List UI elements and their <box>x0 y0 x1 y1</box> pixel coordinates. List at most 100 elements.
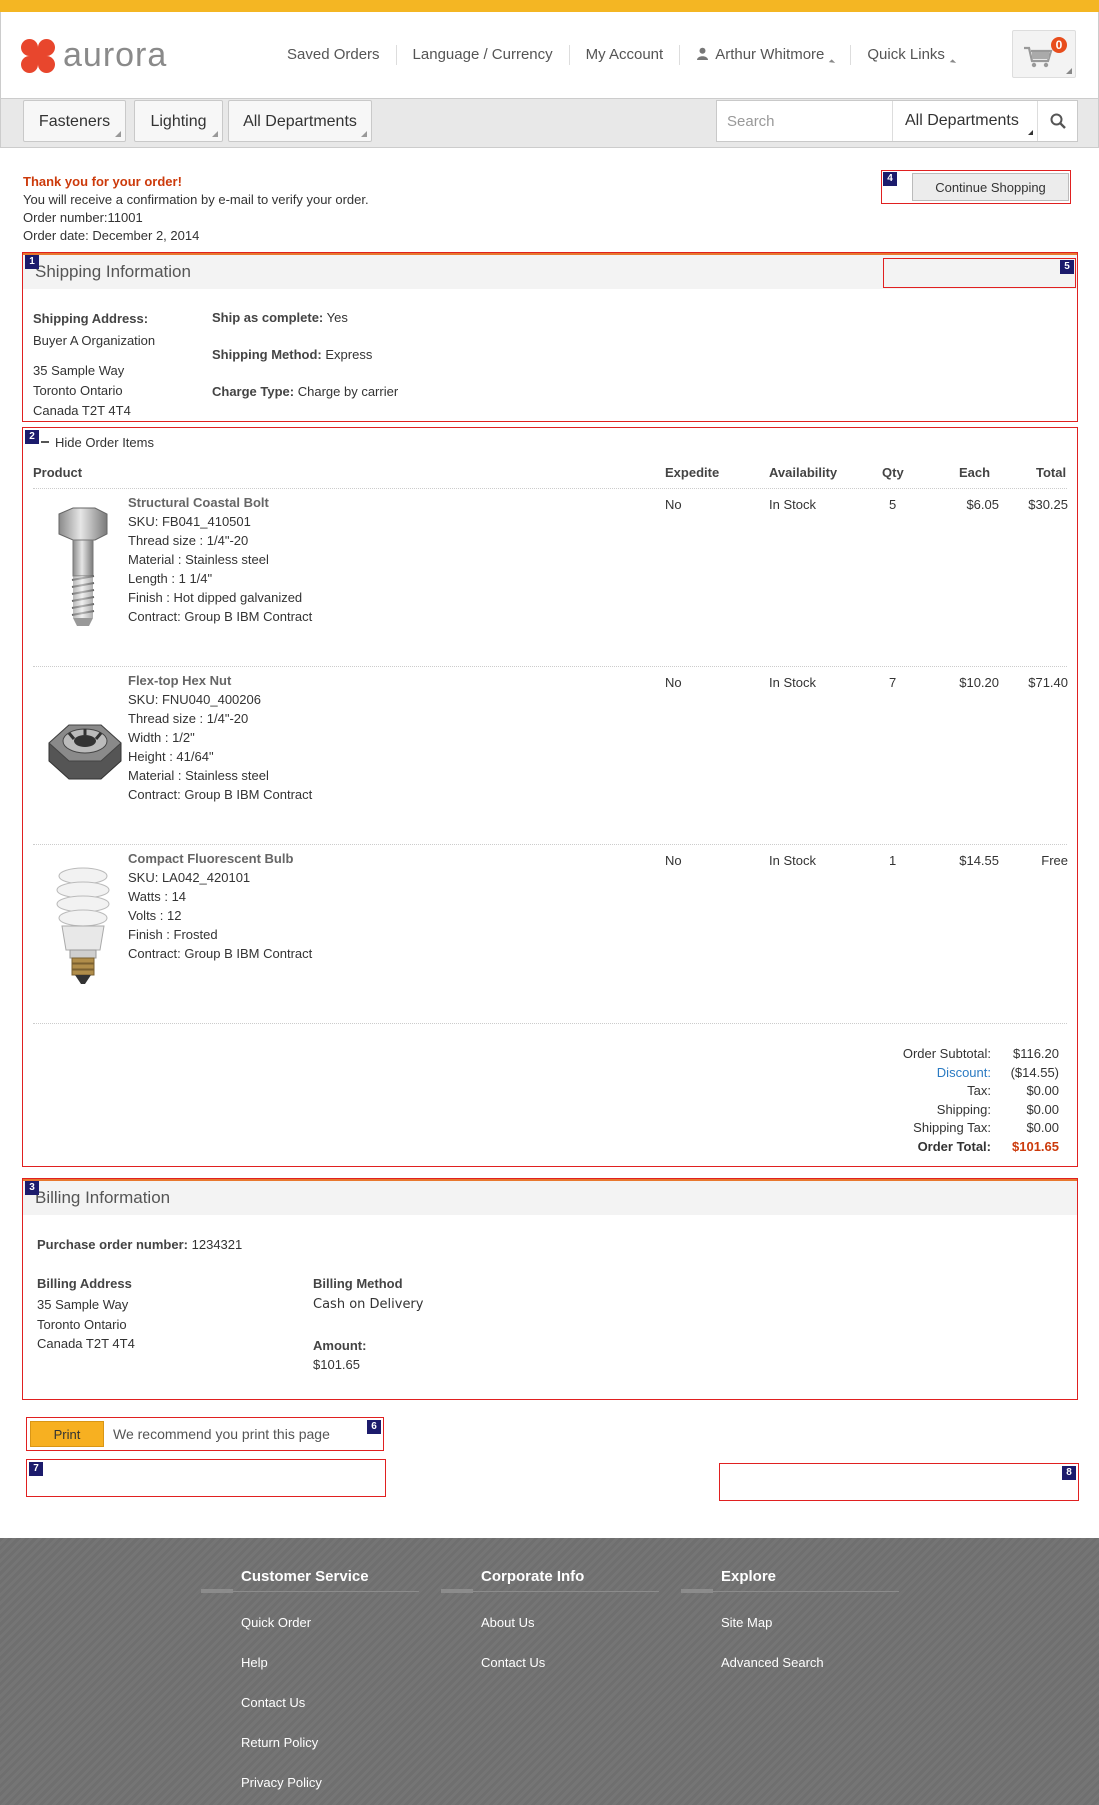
caret-down-icon <box>829 59 836 66</box>
ship-complete-label: Ship as complete: <box>212 310 324 325</box>
footer-link-about-us[interactable]: About Us <box>481 1615 534 1630</box>
product-detail: Finish : Frosted <box>128 927 218 942</box>
availability-value: In Stock <box>769 853 816 868</box>
billing-city: Toronto Ontario <box>37 1317 127 1332</box>
bolt-image <box>58 507 108 626</box>
quick-links-menu[interactable]: Quick Links <box>851 45 971 66</box>
hex-nut-image <box>48 724 122 780</box>
thank-you-text: Thank you for your order! <box>23 174 182 189</box>
hide-order-items-toggle[interactable]: Hide Order Items <box>41 433 154 452</box>
continue-shopping-button[interactable]: Continue Shopping <box>912 173 1069 201</box>
dept-label: Lighting <box>150 113 207 130</box>
discount-link[interactable]: Discount: <box>903 1064 991 1083</box>
billing-street: 35 Sample Way <box>37 1297 129 1312</box>
product-detail: SKU: LA042_420101 <box>128 870 251 885</box>
corner-caret-icon <box>115 131 121 137</box>
footer-link-advanced-search[interactable]: Advanced Search <box>721 1655 824 1670</box>
billing-header: Billing Information <box>23 1179 1077 1215</box>
logo[interactable]: aurora <box>21 36 167 75</box>
product-name[interactable]: Structural Coastal Bolt <box>128 493 548 512</box>
footer-link-return-policy[interactable]: Return Policy <box>241 1735 318 1750</box>
product-detail: Finish : Hot dipped galvanized <box>128 590 303 605</box>
product-detail: Watts : 14 <box>128 889 187 904</box>
footer-link-quick-order[interactable]: Quick Order <box>241 1615 311 1630</box>
billing-method-value: Cash on Delivery <box>313 1297 424 1312</box>
ship-complete-value: Yes <box>326 310 348 325</box>
corner-caret-icon <box>361 131 367 137</box>
footer-link-privacy-policy[interactable]: Privacy Policy <box>241 1775 322 1790</box>
footer-link-contact-us[interactable]: Contact Us <box>241 1695 305 1710</box>
product-detail: Contract: Group B IBM Contract <box>128 609 313 624</box>
email-note: You will receive a confirmation by e-mai… <box>23 192 369 207</box>
saved-orders-link[interactable]: Saved Orders <box>271 45 397 65</box>
each-value: $14.55 <box>959 853 999 868</box>
product-name[interactable]: Compact Fluorescent Bulb <box>128 849 548 868</box>
total-value: Free <box>1041 853 1068 868</box>
product-info: Structural Coastal Bolt SKU: FB041_41050… <box>128 493 548 626</box>
qty-value: 1 <box>889 853 897 868</box>
product-info: Compact Fluorescent Bulb SKU: LA042_4201… <box>128 849 548 963</box>
search-dept-select[interactable]: All Departments <box>892 101 1037 141</box>
product-detail: Height : 41/64" <box>128 749 214 764</box>
po-value: 1234321 <box>191 1237 243 1252</box>
product-detail: Thread size : 1/4"-20 <box>128 533 249 548</box>
shipping-edit-region: 5 <box>883 258 1076 288</box>
footer-link-help[interactable]: Help <box>241 1655 268 1670</box>
search-button[interactable] <box>1037 101 1077 141</box>
product-detail: Contract: Group B IBM Contract <box>128 946 313 961</box>
product-detail: Length : 1 1/4" <box>128 571 213 586</box>
language-currency-link[interactable]: Language / Currency <box>397 45 570 65</box>
my-account-link[interactable]: My Account <box>570 45 681 65</box>
marker-4: 4 <box>883 172 897 186</box>
tax-value: $0.00 <box>1026 1083 1059 1098</box>
billing-country: Canada T2T 4T4 <box>37 1336 135 1351</box>
user-menu[interactable]: Arthur Whitmore <box>680 45 852 66</box>
col-availability: Availability <box>769 465 838 480</box>
subtotal-label: Order Subtotal: <box>902 1046 991 1061</box>
product-info: Flex-top Hex Nut SKU: FNU040_400206 Thre… <box>128 671 548 804</box>
marker-6: 6 <box>367 1420 381 1434</box>
search-dept-label: All Departments <box>905 112 1019 129</box>
col-total: Total <box>1036 465 1067 480</box>
availability-value: In Stock <box>769 497 816 512</box>
empty-region-8: 8 <box>719 1463 1079 1501</box>
product-detail: Material : Stainless steel <box>128 768 269 783</box>
cart-button[interactable]: 0 <box>1012 30 1076 78</box>
product-detail: SKU: FB041_410501 <box>128 514 251 529</box>
product-detail: Material : Stainless steel <box>128 552 269 567</box>
footer-divider <box>201 1589 419 1593</box>
total-value: $71.40 <box>1028 675 1068 690</box>
minus-icon <box>41 441 49 443</box>
ship-complete: Ship as complete: Yes <box>212 308 348 327</box>
dept-fasteners[interactable]: Fasteners <box>23 100 126 142</box>
billing-information-section: Billing Information 3 Purchase order num… <box>22 1178 1078 1400</box>
product-name[interactable]: Flex-top Hex Nut <box>128 671 548 690</box>
summary-labels: Order Subtotal: Discount: Tax: Shipping:… <box>903 1045 991 1156</box>
search-box: Search All Departments <box>716 100 1078 142</box>
shipping-information-section: Shipping Information 1 5 Shipping Addres… <box>22 252 1078 422</box>
dept-all[interactable]: All Departments <box>228 100 372 142</box>
user-name: Arthur Whitmore <box>715 46 825 63</box>
marker-7: 7 <box>29 1462 43 1476</box>
shipping-method: Shipping Method: Express <box>212 345 372 364</box>
order-total-value: $101.65 <box>1012 1138 1059 1154</box>
continue-shopping-region: 4 Continue Shopping <box>881 170 1071 204</box>
top-accent-bar <box>0 0 1099 12</box>
corner-caret-icon <box>1066 68 1072 74</box>
total-value: $30.25 <box>1028 497 1068 512</box>
divider <box>33 1023 1067 1024</box>
dept-lighting[interactable]: Lighting <box>134 100 223 142</box>
search-icon <box>1050 113 1066 129</box>
footer-heading: Customer Service <box>241 1568 369 1585</box>
footer-link-site-map[interactable]: Site Map <box>721 1615 772 1630</box>
footer-link-contact-us[interactable]: Contact Us <box>481 1655 545 1670</box>
order-confirmation-message: Thank you for your order! You will recei… <box>23 173 369 245</box>
order-date: Order date: December 2, 2014 <box>23 228 200 243</box>
amount-value: $101.65 <box>313 1357 360 1372</box>
amount-label: Amount: <box>313 1338 367 1353</box>
footer-heading: Explore <box>721 1568 777 1585</box>
search-input[interactable]: Search <box>727 113 775 130</box>
print-button[interactable]: Print <box>30 1421 104 1447</box>
summary-values: $116.20 ($14.55) $0.00 $0.00 $0.00 $101.… <box>1011 1045 1059 1156</box>
purchase-order: Purchase order number: 1234321 <box>37 1235 242 1254</box>
